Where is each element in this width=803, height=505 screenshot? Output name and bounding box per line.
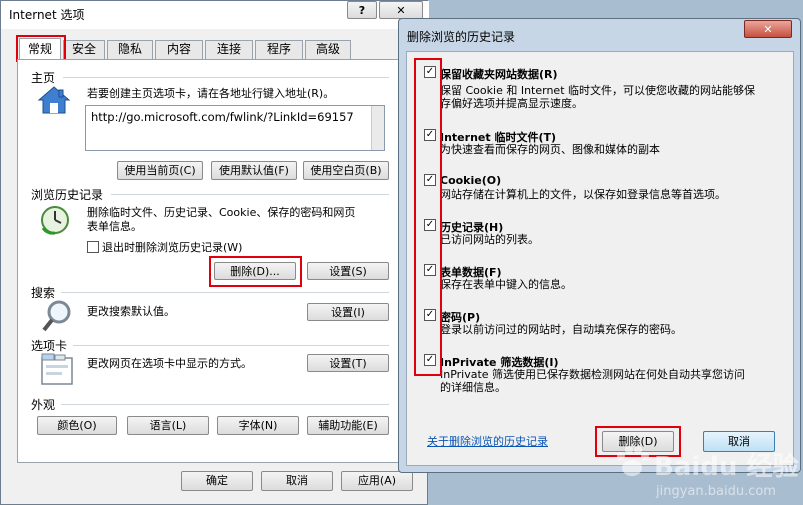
homepage-hint: 若要创建主页选项卡，请在各地址行键入地址(R)。 bbox=[87, 87, 335, 100]
close-button[interactable]: ✕ bbox=[379, 1, 423, 19]
about-delete-history-link[interactable]: 关于删除浏览的历史记录 bbox=[427, 433, 548, 449]
tab-advanced[interactable]: 高级 bbox=[305, 40, 351, 59]
item-6-desc-line2: 的详细信息。 bbox=[440, 381, 506, 394]
help-button[interactable]: ? bbox=[347, 1, 377, 19]
dialog-body: ✓ 保留收藏夹网站数据(R) 保留 Cookie 和 Internet 临时文件… bbox=[406, 51, 794, 466]
delete-history-dialog: 删除浏览的历史记录 ✕ ✓ 保留收藏夹网站数据(R) 保留 Cookie 和 I… bbox=[398, 18, 801, 473]
history-settings-button[interactable]: 设置(S) bbox=[307, 262, 389, 280]
item-6-desc-line1: InPrivate 筛选使用已保存数据检测网站在何处自动共享您访问 bbox=[440, 368, 746, 381]
delete-on-exit-checkbox[interactable] bbox=[87, 241, 99, 253]
tabbed-window-icon bbox=[41, 353, 73, 385]
apply-button[interactable]: 应用(A) bbox=[341, 471, 413, 491]
tabs-section-label: 选项卡 bbox=[31, 339, 68, 353]
tabs-separator bbox=[73, 345, 389, 346]
tab-content[interactable]: 内容 bbox=[155, 40, 203, 59]
delete-on-exit-label: 退出时删除浏览历史记录(W) bbox=[102, 241, 243, 254]
magnifier-icon bbox=[41, 299, 73, 333]
internet-options-window: Internet 选项 ? ✕ 常规 安全 隐私 内容 连接 程序 高级 主页 … bbox=[0, 0, 429, 505]
search-desc: 更改搜索默认值。 bbox=[87, 305, 175, 318]
item-2-title: Cookie(O) bbox=[440, 174, 502, 187]
item-1-desc-line1: 为快速查看而保存的网页、图像和媒体的副本 bbox=[440, 143, 660, 156]
history-desc-line2: 表单信息。 bbox=[87, 220, 142, 233]
highlight-general-tab bbox=[16, 35, 66, 62]
tab-privacy[interactable]: 隐私 bbox=[107, 40, 153, 59]
watermark-brand: Baidu 经验 bbox=[654, 452, 799, 482]
item-0-desc-line2: 存偏好选项并提高显示速度。 bbox=[440, 97, 583, 110]
history-separator bbox=[111, 194, 389, 195]
tabs-settings-button[interactable]: 设置(T) bbox=[307, 354, 389, 372]
house-icon bbox=[37, 85, 71, 115]
use-current-button[interactable]: 使用当前页(C) bbox=[117, 161, 203, 180]
homepage-url: http://go.microsoft.com/fwlink/?LinkId=6… bbox=[91, 110, 354, 124]
accessibility-button[interactable]: 辅助功能(E) bbox=[307, 416, 389, 435]
tab-programs[interactable]: 程序 bbox=[255, 40, 303, 59]
textarea-scrollbar[interactable] bbox=[371, 106, 384, 150]
item-0-title: 保留收藏夹网站数据(R) bbox=[440, 68, 558, 81]
tab-connections[interactable]: 连接 bbox=[205, 40, 253, 59]
history-desc-line1: 删除临时文件、历史记录、Cookie、保存的密码和网页 bbox=[87, 206, 356, 219]
highlight-checkboxes bbox=[414, 58, 442, 376]
window-title: Internet 选项 bbox=[9, 8, 85, 22]
homepage-separator bbox=[63, 77, 389, 78]
item-4-desc-line1: 保存在表单中键入的信息。 bbox=[440, 278, 572, 291]
appearance-section-label: 外观 bbox=[31, 398, 56, 412]
watermark: Baidu 经验 jingyan.baidu.com bbox=[612, 440, 798, 502]
search-separator bbox=[61, 292, 389, 293]
title-bar: Internet 选项 ? ✕ bbox=[1, 1, 429, 29]
homepage-url-textarea[interactable]: http://go.microsoft.com/fwlink/?LinkId=6… bbox=[85, 105, 385, 151]
appearance-separator bbox=[61, 404, 389, 405]
cancel-button[interactable]: 取消 bbox=[261, 471, 333, 491]
item-2-desc-line1: 网站存储在计算机上的文件，以保存如登录信息等首选项。 bbox=[440, 188, 726, 201]
use-blank-button[interactable]: 使用空白页(B) bbox=[303, 161, 389, 180]
tab-security[interactable]: 安全 bbox=[63, 40, 105, 59]
search-settings-button[interactable]: 设置(I) bbox=[307, 303, 389, 321]
item-0-desc-line1: 保留 Cookie 和 Internet 临时文件，可以使您收藏的网站能够保 bbox=[440, 84, 755, 97]
ok-button[interactable]: 确定 bbox=[181, 471, 253, 491]
fonts-button[interactable]: 字体(N) bbox=[217, 416, 299, 435]
use-default-button[interactable]: 使用默认值(F) bbox=[211, 161, 297, 180]
colors-button[interactable]: 颜色(O) bbox=[37, 416, 117, 435]
watermark-paw-icon bbox=[612, 444, 652, 481]
tabs-desc: 更改网页在选项卡中显示的方式。 bbox=[87, 357, 252, 370]
watermark-url: jingyan.baidu.com bbox=[656, 484, 776, 499]
history-clock-icon bbox=[39, 204, 71, 236]
highlight-delete-button bbox=[209, 256, 302, 287]
homepage-section-label: 主页 bbox=[31, 71, 56, 85]
languages-button[interactable]: 语言(L) bbox=[127, 416, 209, 435]
dialog-title: 删除浏览的历史记录 bbox=[407, 30, 516, 44]
item-3-desc-line1: 已访问网站的列表。 bbox=[440, 233, 539, 246]
history-section-label: 浏览历史记录 bbox=[31, 188, 104, 202]
item-5-desc-line1: 登录以前访问过的网站时，自动填充保存的密码。 bbox=[440, 323, 682, 336]
dialog-close-button[interactable]: ✕ bbox=[744, 20, 792, 38]
